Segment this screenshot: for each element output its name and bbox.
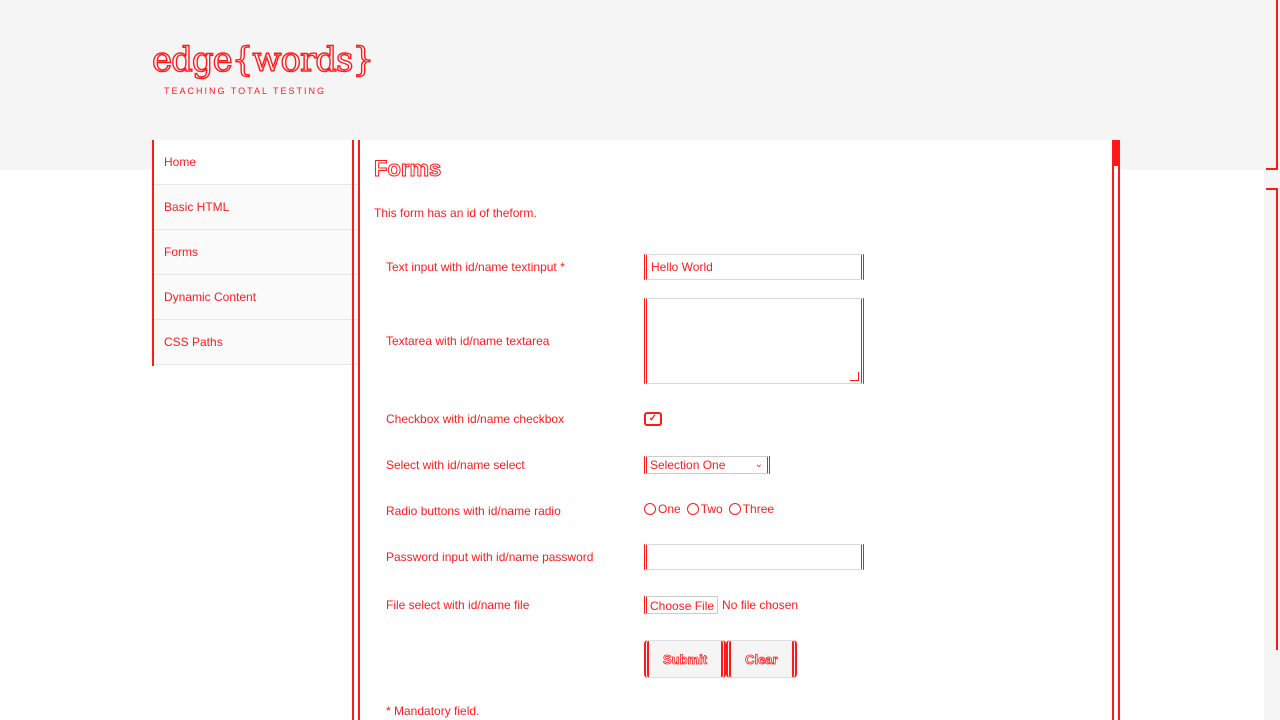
file-label: File select with id/name file: [386, 598, 530, 612]
radio-group: One Two Three: [644, 502, 774, 516]
radio-circle-icon[interactable]: [686, 503, 699, 515]
radio-option-three[interactable]: Three: [728, 502, 775, 516]
logo-bracket-close: }: [352, 39, 375, 80]
select-value: Selection One: [650, 458, 726, 472]
sidebar-item-dynamic-content[interactable]: Dynamic Content: [152, 275, 360, 321]
file-select: Choose File No file chosen: [644, 596, 798, 614]
radio-option-two[interactable]: Two: [686, 502, 723, 516]
logo-word-words: words: [252, 39, 354, 80]
scrollbar-thumb[interactable]: [1266, 188, 1278, 650]
logo-tagline: TEACHING TOTAL TESTING: [164, 86, 327, 96]
radio-option-label: Three: [742, 502, 775, 516]
chevron-down-icon: ⌄: [754, 459, 763, 470]
checkbox-input[interactable]: ✓: [644, 412, 662, 426]
sidebar-nav: Home Basic HTML Forms Dynamic Content CS…: [152, 140, 360, 366]
sidebar-item-label: Home: [164, 155, 197, 169]
radio-option-label: One: [658, 502, 681, 516]
scrollbar-track-upper: [1266, 0, 1278, 170]
sidebar-tick: [152, 354, 160, 366]
sidebar-item-home[interactable]: Home: [154, 140, 360, 185]
container-right-cap: [1112, 140, 1120, 166]
form-intro-text: This form has an id of theform.: [374, 206, 537, 220]
text-input[interactable]: [644, 254, 864, 280]
select-dropdown[interactable]: Selection One ⌄: [644, 456, 770, 474]
file-status: No file chosen: [722, 598, 799, 612]
sidebar-item-label: Dynamic Content: [164, 290, 257, 304]
radio-circle-icon[interactable]: [644, 503, 656, 515]
textarea-label: Textarea with id/name textarea: [386, 334, 550, 348]
site-logo[interactable]: edge{words} TEACHING TOTAL TESTING: [151, 39, 375, 100]
sidebar-item-basic-html[interactable]: Basic HTML: [152, 185, 360, 231]
resize-grip-icon[interactable]: [850, 372, 859, 381]
page: edge{words} TEACHING TOTAL TESTING Home …: [0, 0, 1280, 720]
sidebar-item-forms[interactable]: Forms: [152, 230, 360, 276]
logo-word-edge: edge: [151, 39, 233, 80]
select-label: Select with id/name select: [386, 458, 525, 472]
sidebar-item-label: Forms: [164, 245, 198, 259]
password-input[interactable]: [644, 544, 864, 570]
submit-button[interactable]: Submit: [644, 640, 727, 678]
choose-file-button[interactable]: Choose File: [644, 596, 719, 614]
checkbox-label: Checkbox with id/name checkbox: [386, 412, 565, 426]
logo-wordmark: edge{words}: [151, 39, 375, 80]
clear-button[interactable]: Clear: [726, 640, 797, 678]
text-input-label: Text input with id/name textinput *: [386, 260, 565, 274]
page-title: Forms: [374, 156, 442, 182]
vertical-scrollbar[interactable]: [1264, 0, 1280, 720]
radio-option-label: Two: [700, 502, 723, 516]
radio-circle-icon[interactable]: [728, 503, 741, 515]
sidebar-divider: [352, 140, 360, 720]
sidebar-item-label: Basic HTML: [164, 200, 230, 214]
container-right-border: [1112, 140, 1120, 720]
logo-bracket-open: {: [231, 39, 254, 80]
textarea-field[interactable]: [644, 298, 864, 384]
main-content: Forms This form has an id of theform. Te…: [374, 156, 1094, 718]
mandatory-footnote: * Mandatory field.: [386, 704, 480, 718]
radio-label: Radio buttons with id/name radio: [386, 504, 561, 518]
sidebar-item-label: CSS Paths: [164, 335, 223, 349]
radio-option-one[interactable]: One: [644, 502, 681, 516]
main-container: Home Basic HTML Forms Dynamic Content CS…: [152, 140, 1120, 720]
sidebar-item-css-paths[interactable]: CSS Paths: [152, 320, 360, 366]
password-label: Password input with id/name password: [386, 550, 594, 564]
